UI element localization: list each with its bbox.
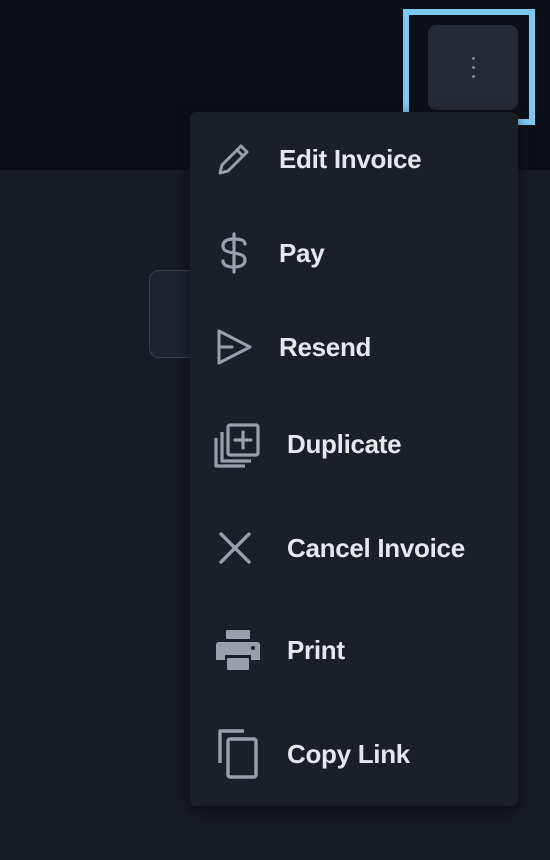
kebab-dot	[471, 75, 475, 78]
menu-item-duplicate[interactable]: Duplicate	[190, 409, 518, 479]
pencil-icon	[214, 131, 270, 187]
menu-item-label: Duplicate	[287, 428, 402, 459]
dollar-icon	[214, 225, 270, 281]
menu-item-label: Copy Link	[287, 738, 410, 769]
menu-item-cancel-invoice[interactable]: Cancel Invoice	[190, 513, 518, 583]
menu-item-label: Print	[287, 634, 345, 665]
menu-item-label: Pay	[279, 237, 325, 268]
actions-menu: Edit Invoice Pay Resend Duplicate Cancel…	[190, 112, 518, 806]
menu-item-print[interactable]: Print	[190, 615, 518, 685]
copy-icon	[214, 726, 270, 782]
close-icon	[214, 520, 270, 576]
menu-item-copy-link[interactable]: Copy Link	[190, 719, 518, 789]
duplicate-icon	[214, 416, 270, 472]
send-icon	[214, 319, 270, 375]
menu-item-pay[interactable]: Pay	[190, 218, 518, 288]
more-actions-button[interactable]	[428, 25, 518, 110]
menu-item-label: Cancel Invoice	[287, 532, 465, 563]
menu-item-resend[interactable]: Resend	[190, 312, 518, 382]
kebab-dot	[471, 66, 475, 69]
kebab-vertical-icon	[471, 57, 475, 60]
menu-item-label: Resend	[279, 331, 372, 362]
printer-icon	[214, 622, 270, 678]
menu-item-label: Edit Invoice	[279, 143, 422, 174]
menu-item-edit-invoice[interactable]: Edit Invoice	[190, 124, 518, 194]
